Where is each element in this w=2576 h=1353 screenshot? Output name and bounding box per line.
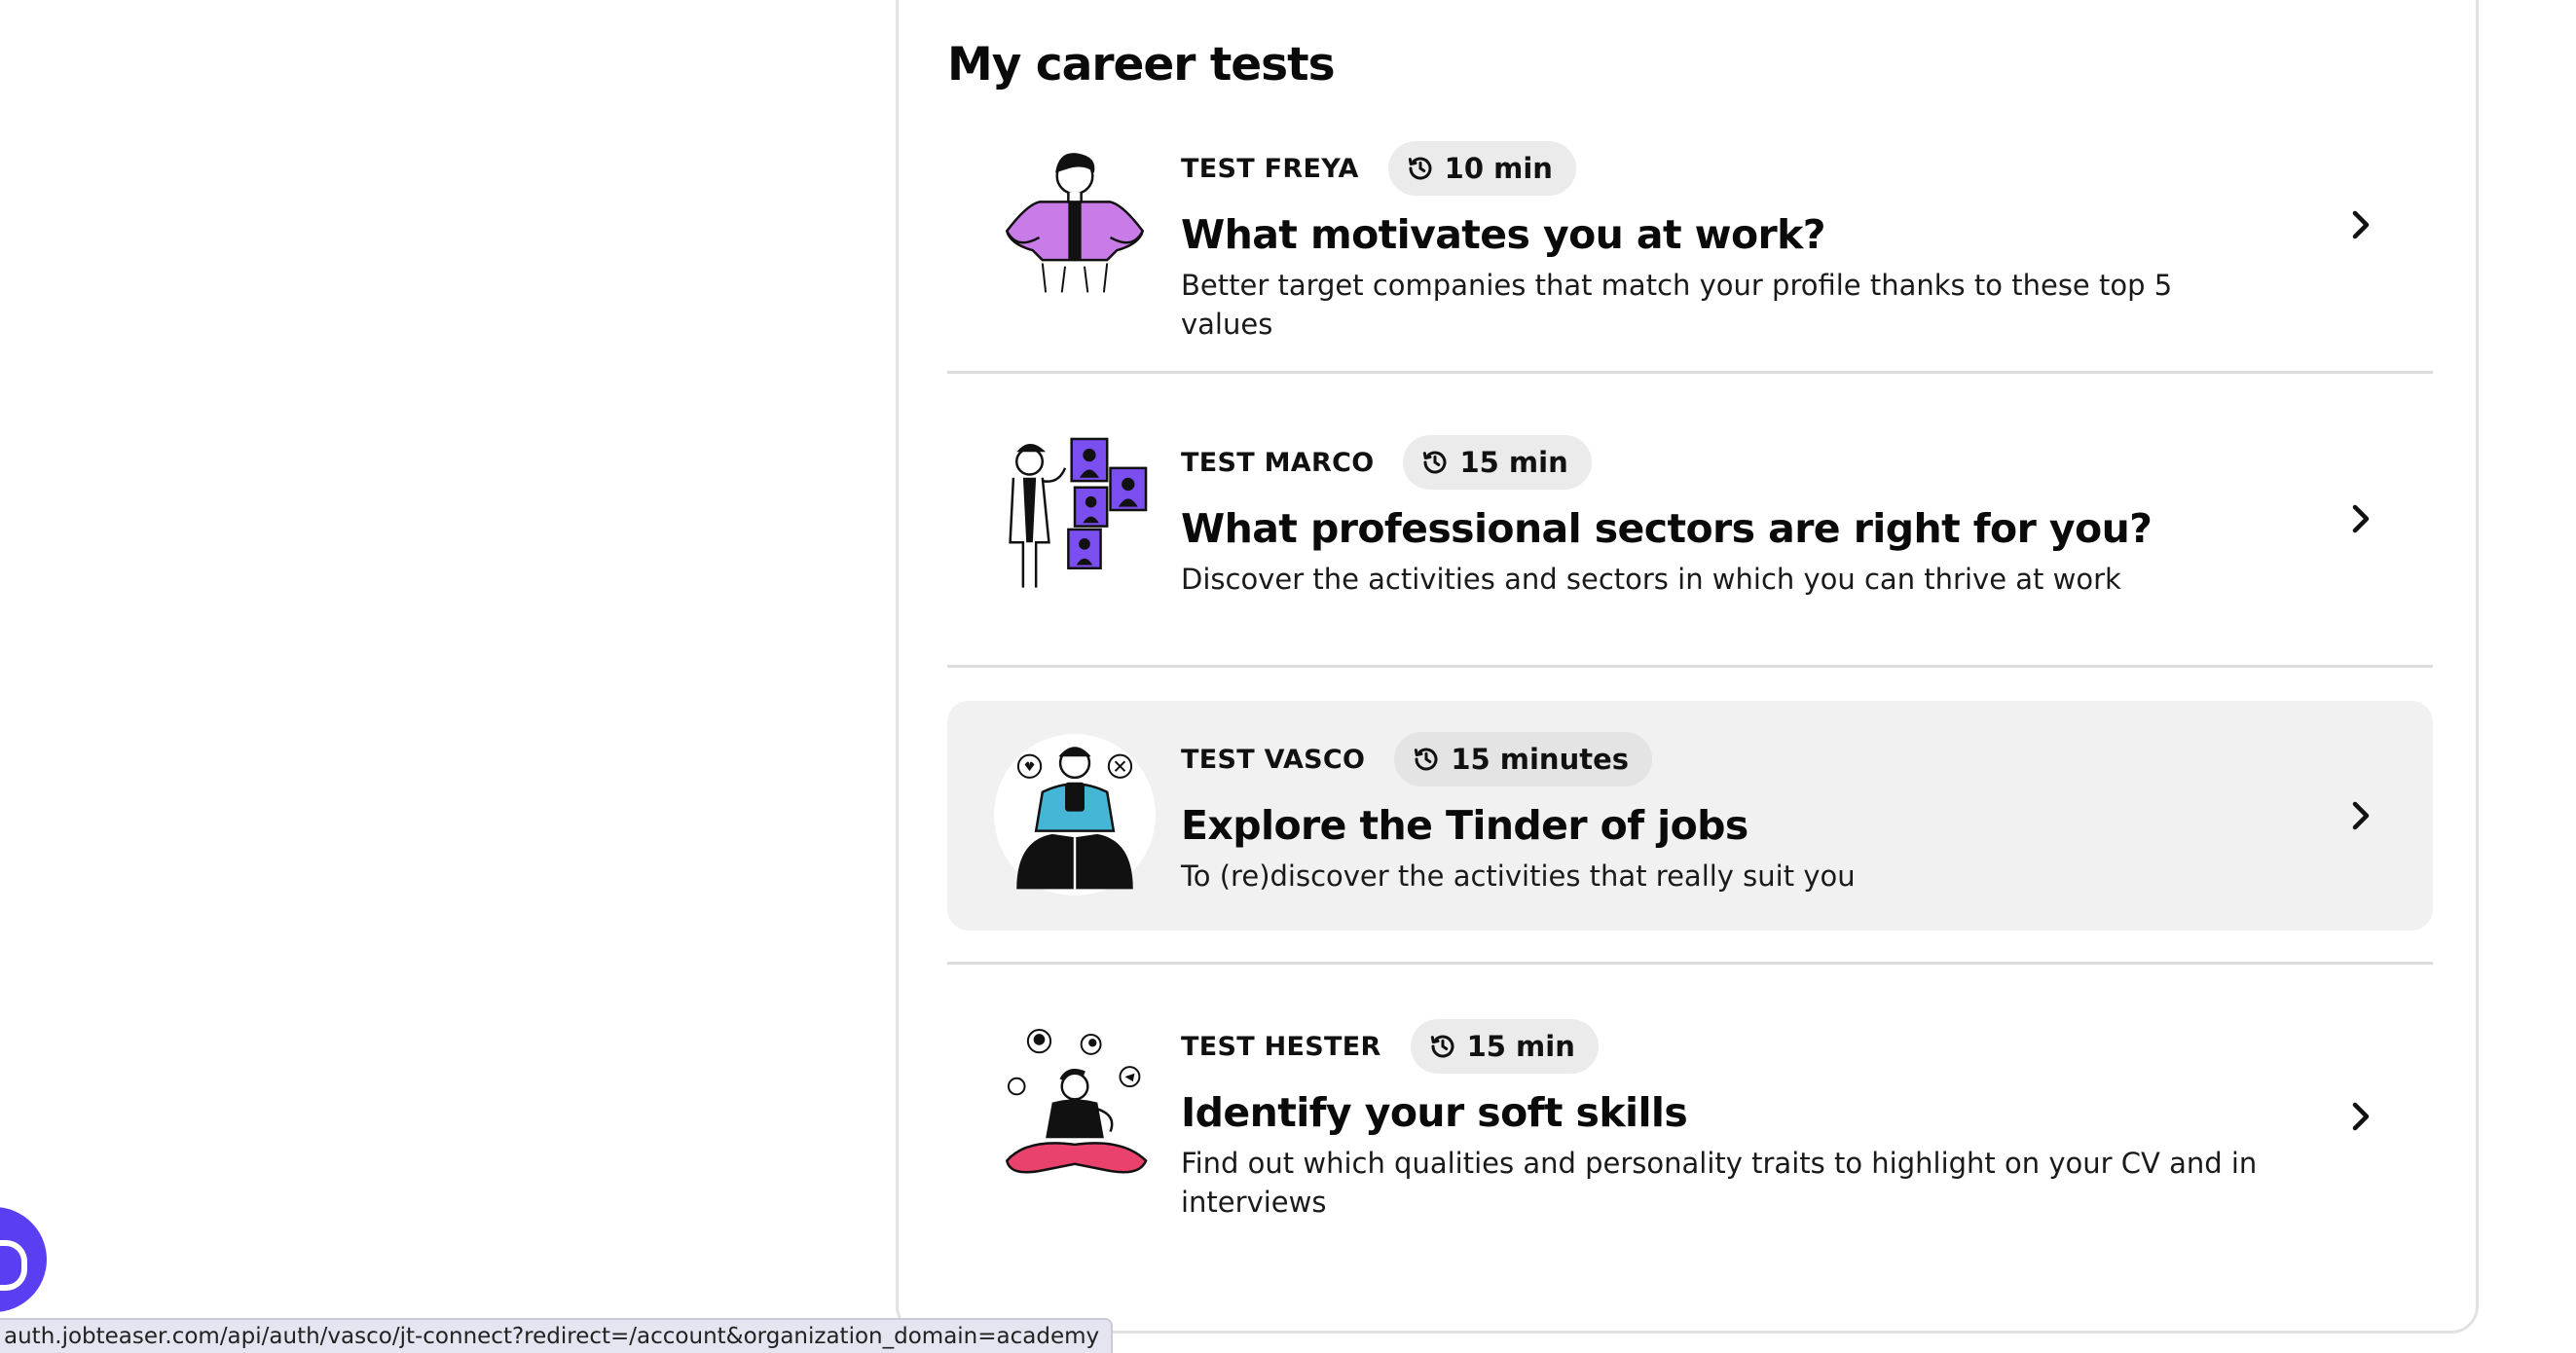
duration-text: 15 min (1459, 446, 1568, 479)
chevron-right-icon[interactable] (2343, 207, 2378, 242)
test-description: To (re)discover the activities that real… (1181, 859, 1856, 893)
test-meta: TEST MARCO 15 min (1181, 435, 1592, 490)
duration-badge: 15 min (1403, 435, 1592, 490)
test-headline: Identify your soft skills (1181, 1089, 1688, 1136)
status-url: auth.jobteaser.com/api/auth/vasco/jt-con… (4, 1324, 1100, 1349)
chevron-right-icon[interactable] (2343, 1099, 2378, 1134)
career-tests-card: My career tests TEST FREYA 10 min What m… (896, 0, 2479, 1334)
chat-help-icon (0, 1240, 27, 1291)
test-meta: TEST VASCO 15 minutes (1181, 732, 1653, 786)
test-name: TEST FREYA (1181, 153, 1359, 184)
chevron-right-icon[interactable] (2343, 501, 2378, 536)
test-name: TEST HESTER (1181, 1031, 1381, 1062)
duration-badge: 10 min (1387, 141, 1576, 196)
duration-text: 15 min (1466, 1030, 1575, 1063)
test-meta: TEST FREYA 10 min (1181, 141, 1576, 196)
test-description: Discover the activities and sectors in w… (1181, 563, 2121, 596)
duration-text: 10 min (1444, 152, 1553, 185)
row-divider (947, 962, 2433, 965)
row-divider (947, 371, 2433, 374)
history-clock-icon (1423, 451, 1447, 474)
person-swiping-phone-icon (994, 734, 1156, 896)
test-description: Better target companies that match your … (1181, 269, 2173, 341)
page: My career tests TEST FREYA 10 min What m… (0, 0, 2576, 1353)
history-clock-icon (1430, 1035, 1454, 1058)
test-description: Find out which qualities and personality… (1181, 1147, 2258, 1219)
test-name: TEST MARCO (1181, 447, 1375, 478)
duration-text: 15 minutes (1451, 743, 1630, 776)
chevron-right-icon[interactable] (2343, 798, 2378, 833)
history-clock-icon (1408, 157, 1432, 180)
chat-help-button[interactable] (0, 1207, 47, 1312)
test-meta: TEST HESTER 15 min (1181, 1019, 1599, 1074)
test-headline: What professional sectors are right for … (1181, 505, 2153, 552)
page-title: My career tests (947, 38, 1336, 91)
test-name: TEST VASCO (1181, 744, 1366, 775)
test-row-freya[interactable]: TEST FREYA 10 min What motivates you at … (947, 108, 2433, 341)
duration-badge: 15 minutes (1394, 732, 1653, 786)
woman-hands-on-hips-icon (994, 137, 1156, 299)
person-meditating-icon (994, 1025, 1156, 1187)
man-with-portraits-icon (994, 429, 1156, 591)
test-row-vasco[interactable]: TEST VASCO 15 minutes Explore the Tinder… (947, 701, 2433, 931)
test-row-marco[interactable]: TEST MARCO 15 min What professional sect… (947, 402, 2433, 597)
history-clock-icon (1415, 748, 1438, 771)
test-headline: Explore the Tinder of jobs (1181, 802, 1748, 849)
test-row-hester[interactable]: TEST HESTER 15 min Identify your soft sk… (947, 994, 2433, 1227)
test-headline: What motivates you at work? (1181, 211, 1826, 258)
browser-status-bar: auth.jobteaser.com/api/auth/vasco/jt-con… (0, 1318, 1114, 1353)
duration-badge: 15 min (1410, 1019, 1599, 1074)
row-divider (947, 665, 2433, 668)
